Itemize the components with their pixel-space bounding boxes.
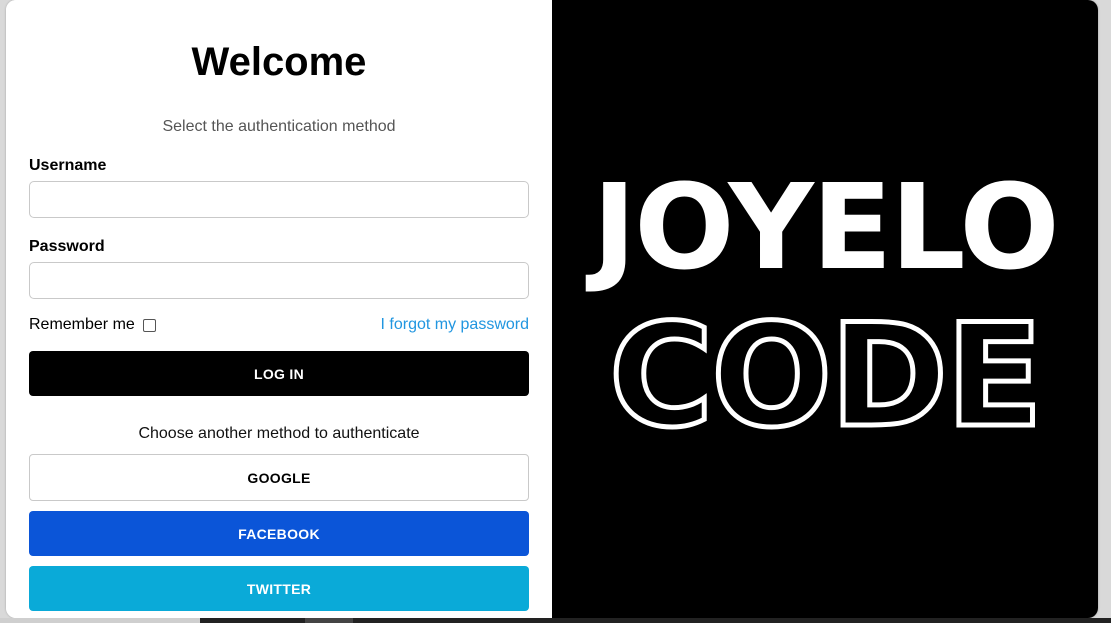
- remember-me-checkbox[interactable]: [142, 318, 156, 332]
- brand-line2: CODE: [609, 294, 1041, 459]
- password-label: Password: [29, 238, 105, 255]
- alt-methods-text: Choose another method to authenticate: [138, 425, 420, 442]
- google-button[interactable]: GOOGLE: [29, 454, 529, 501]
- forgot-password-link[interactable]: I forgot my password: [381, 316, 530, 334]
- username-label: Username: [29, 157, 107, 174]
- twitter-button[interactable]: TWITTER: [29, 566, 529, 611]
- username-input[interactable]: [29, 181, 529, 218]
- subtitle: Select the authentication method: [162, 118, 396, 135]
- login-button[interactable]: LOG IN: [29, 351, 529, 396]
- login-panel: Welcome Select the authentication method…: [6, 0, 552, 618]
- password-input[interactable]: [29, 262, 529, 299]
- taskbar-strip: [0, 618, 1111, 623]
- login-card: Welcome Select the authentication method…: [6, 0, 1098, 618]
- brand-panel: JOYELO CODE: [552, 0, 1098, 618]
- remember-me: Remember me: [29, 316, 156, 334]
- brand-logo: JOYELO CODE: [585, 158, 1059, 462]
- facebook-button[interactable]: FACEBOOK: [29, 511, 529, 556]
- brand-line1: JOYELO: [585, 158, 1057, 296]
- scroll-thumb[interactable]: [305, 618, 353, 623]
- remember-me-label: Remember me: [29, 316, 135, 333]
- page-title: Welcome: [191, 40, 367, 84]
